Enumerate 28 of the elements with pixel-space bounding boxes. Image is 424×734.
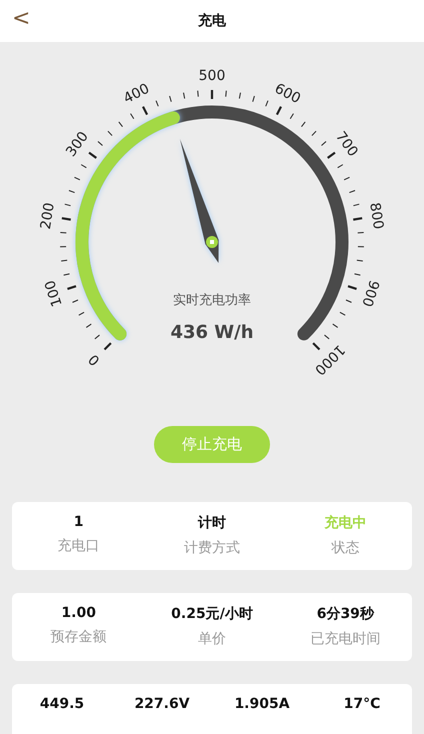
scale-label: 600 [272,80,303,108]
back-button[interactable]: < [6,4,36,33]
gauge-caption: 实时充电功率 [173,293,251,308]
scale-label: 800 [366,202,386,230]
stat-value: 449.5 [40,696,84,712]
stat-value: 计时 [198,514,226,532]
stat-label: 状态 [331,539,360,557]
stat-label: 预存金额 [50,628,107,646]
page-title: 充电 [198,12,226,30]
stat-label: 计费方式 [184,539,240,557]
stat-value: 1.905A [234,696,290,712]
scale-label: 200 [38,202,58,230]
stat-value: 227.6V [134,696,190,712]
scale-label: 100 [42,278,66,309]
stat-value: 17°C [344,696,380,712]
scale-label: 400 [121,80,152,108]
gauge-reading: 436 W/h [170,322,254,343]
stat-value: 1.00 [61,605,96,621]
stat-value: 1 [74,514,84,530]
scale-label: 500 [198,68,226,84]
stat-value: 6分39秒 [316,605,374,623]
stat-value: 充电中 [324,514,366,532]
scale-label: 0 [86,350,104,368]
stat-value: 0.25元/小时 [171,605,253,623]
scale-label: 900 [358,278,382,309]
stat-label: 单价 [198,630,226,648]
stat-label: 充电口 [58,537,100,555]
stat-label: 已充电时间 [310,630,380,648]
